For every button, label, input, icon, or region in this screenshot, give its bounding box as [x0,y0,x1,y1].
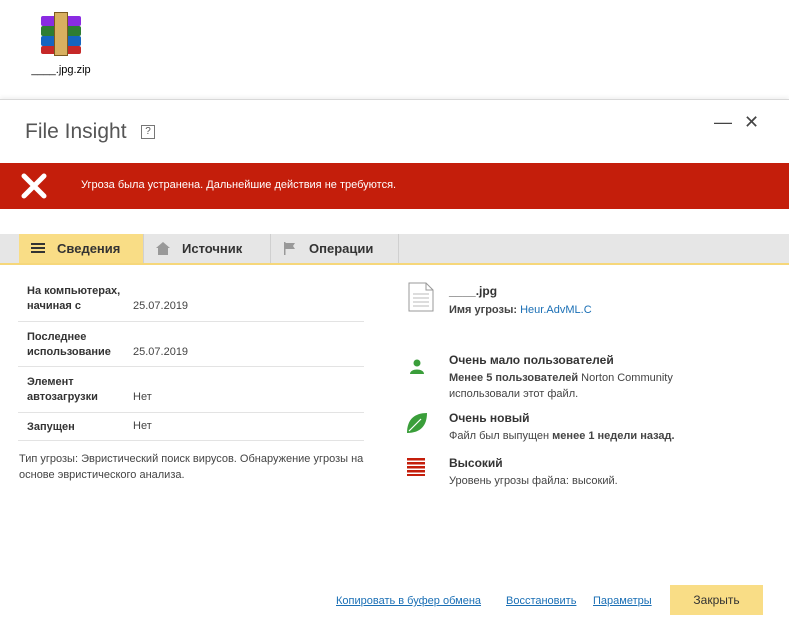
window-title: File Insight [25,120,127,143]
detail-value: Нет [133,391,152,403]
detail-key: На компьютерах, начиная с [27,285,121,312]
detail-value: 25.07.2019 [133,300,189,312]
users-text-2: использовали этот файл. [449,388,579,400]
threat-type-note: Тип угрозы: Эвристический поиск вирусов.… [19,453,364,481]
tab-operations-label: Операции [309,241,374,256]
document-icon [408,282,434,312]
tab-source-label: Источник [182,241,243,256]
users-text: Менее 5 пользователей Norton Community [449,372,673,384]
tab-bar: Сведения Источник Операции [0,234,789,265]
tab-details-label: Сведения [57,241,121,256]
risk-text: Уровень угрозы файла: высокий. [449,475,618,487]
detail-key: Последнее использование [27,331,111,358]
age-title: Очень новый [449,411,530,425]
desktop-file-label: ____.jpg.zip [31,64,91,76]
risk-title: Высокий [449,456,503,470]
user-icon [410,359,424,374]
close-icon[interactable]: ✕ [744,112,759,133]
tab-operations[interactable]: Операции [271,234,399,263]
detail-value: Нет [133,420,152,432]
threat-name-label: Имя угрозы: [449,304,518,316]
settings-link[interactable]: Параметры [593,595,652,607]
close-button[interactable]: Закрыть [670,585,763,615]
leaf-icon [407,413,427,433]
table-row: На компьютерах, начиная с 25.07.2019 [18,275,364,322]
users-title: Очень мало пользователей [449,353,614,367]
detail-key: Элемент автозагрузки [27,376,98,403]
age-text: Файл был выпущен менее 1 недели назад. [449,430,675,442]
table-row: Последнее использование 25.07.2019 [18,322,364,367]
restore-link[interactable]: Восстановить [506,595,576,607]
desktop: ____.jpg.zip [0,0,789,100]
risk-level-icon [407,458,425,476]
alert-message: Угроза была устранена. Дальнейшие действ… [81,179,397,191]
help-icon[interactable]: ? [141,125,155,139]
threat-name-line: Имя угрозы: Heur.AdvML.C [449,302,592,318]
winrar-archive-icon [36,12,86,56]
detail-value: 25.07.2019 [133,346,189,358]
detail-key: Запущен [27,421,75,433]
tab-details[interactable]: Сведения [19,234,144,263]
table-row: Элемент автозагрузки Нет [18,367,364,413]
tab-source[interactable]: Источник [144,234,271,263]
details-table: На компьютерах, начиная с 25.07.2019 Посл… [18,275,364,441]
copy-to-clipboard-link[interactable]: Копировать в буфер обмена [336,595,481,607]
threat-name-link[interactable]: Heur.AdvML.C [520,304,592,316]
desktop-file[interactable]: ____.jpg.zip [26,12,96,76]
list-icon [31,243,45,253]
table-row: Запущен Нет [18,413,364,441]
threat-alert-banner: Угроза была устранена. Дальнейшие действ… [0,163,789,209]
minimize-button[interactable]: — [714,112,732,133]
flag-icon [284,242,295,255]
home-icon [156,242,170,255]
file-insight-window: File Insight ? — ✕ Угроза была устранена… [0,99,789,626]
file-name: ____.jpg [449,284,498,298]
close-x-icon [21,173,47,199]
